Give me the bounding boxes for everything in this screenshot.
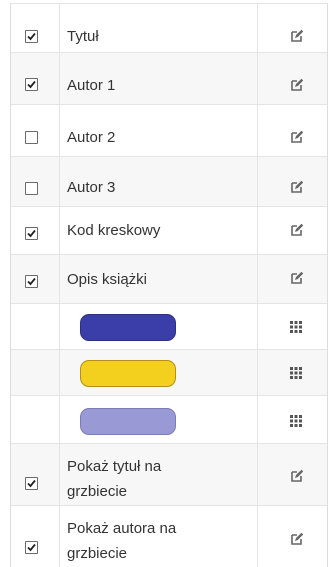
edit-icon[interactable]: [290, 469, 304, 483]
table-row-autor-3: Autor 3: [11, 156, 327, 206]
checkbox-cell: [11, 350, 60, 395]
table-row-swatch: [11, 349, 327, 395]
field-label: Autor 2: [67, 129, 116, 146]
edit-icon[interactable]: [290, 180, 304, 194]
table-row-swatch: [11, 395, 327, 443]
field-settings-table: Tytuł Autor 1 Autor 2 Autor 3 Kod kresko…: [10, 3, 328, 567]
check-icon: [27, 277, 36, 286]
checkbox-show-author-spine[interactable]: [25, 541, 38, 554]
edit-icon[interactable]: [290, 78, 304, 92]
check-icon: [27, 479, 36, 488]
table-row-swatch: [11, 303, 327, 349]
field-label-line-2: grzbiecie: [67, 545, 128, 562]
table-row-autor-1: Autor 1: [11, 52, 327, 104]
edit-icon[interactable]: [290, 271, 304, 285]
check-icon: [27, 80, 36, 89]
action-cell: [257, 4, 328, 52]
check-icon: [27, 543, 36, 552]
color-swatch-3[interactable]: [80, 408, 176, 435]
checkbox-cell: [11, 396, 60, 443]
field-label: Opis książki: [67, 271, 148, 288]
table-row-autor-2: Autor 2: [11, 104, 327, 156]
edit-icon[interactable]: [290, 130, 304, 144]
checkbox-cell: [11, 444, 60, 505]
checkbox-opis-ksiazki[interactable]: [25, 275, 38, 288]
checkbox-kod-kreskowy[interactable]: [25, 227, 38, 240]
table-row-tytul: Tytuł: [11, 3, 327, 52]
checkbox-tytul[interactable]: [25, 30, 38, 43]
edit-icon[interactable]: [290, 29, 304, 43]
checkbox-autor-1[interactable]: [25, 78, 38, 91]
field-label: Autor 3: [67, 179, 116, 196]
table-row-show-title-spine: Pokaż tytuł na grzbiecie: [11, 443, 327, 505]
table-row-show-author-spine: Pokaż autora na grzbiecie: [11, 505, 327, 567]
checkbox-autor-2[interactable]: [25, 131, 38, 144]
field-label-line-2: grzbiecie: [67, 483, 128, 500]
edit-icon[interactable]: [290, 532, 304, 546]
field-label: Kod kreskowy: [67, 222, 161, 239]
checkbox-cell: [11, 4, 60, 52]
color-swatch-2[interactable]: [80, 360, 176, 387]
table-row-kod-kreskowy: Kod kreskowy: [11, 206, 327, 254]
field-label: Tytuł: [67, 28, 99, 45]
checkbox-cell: [11, 304, 60, 349]
checkbox-show-title-spine[interactable]: [25, 477, 38, 490]
drag-handle-icon[interactable]: [290, 367, 302, 379]
color-swatch-1[interactable]: [80, 314, 176, 341]
edit-icon[interactable]: [290, 223, 304, 237]
check-icon: [27, 32, 36, 41]
drag-handle-icon[interactable]: [290, 415, 302, 427]
checkbox-autor-3[interactable]: [25, 182, 38, 195]
field-label: Autor 1: [67, 77, 116, 94]
field-label-line-1: Pokaż autora na: [67, 520, 177, 537]
checkbox-cell: [11, 506, 60, 567]
drag-handle-icon[interactable]: [290, 321, 302, 333]
check-icon: [27, 229, 36, 238]
table-row-opis-ksiazki: Opis książki: [11, 254, 327, 303]
field-label-line-1: Pokaż tytuł na: [67, 458, 162, 475]
